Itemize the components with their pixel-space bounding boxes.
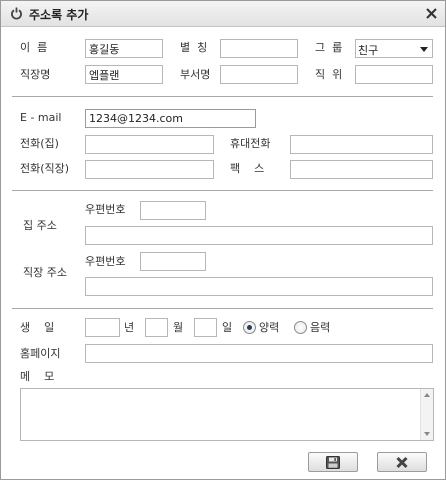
work-phone-input[interactable] <box>85 160 214 179</box>
home-zip-input[interactable] <box>140 201 206 220</box>
email-label: E - mail <box>20 111 62 124</box>
group-label: 그 룹 <box>315 41 343 54</box>
mobile-input[interactable] <box>290 135 433 154</box>
home-phone-label: 전화(집) <box>20 137 59 150</box>
chevron-down-icon <box>420 47 428 52</box>
birth-year-input[interactable] <box>85 318 120 337</box>
work-zip-label: 우편번호 <box>85 255 126 268</box>
department-input[interactable] <box>220 65 298 84</box>
lunar-radio[interactable] <box>294 321 307 334</box>
work-address-label: 직장 주소 <box>23 266 67 279</box>
home-phone-input[interactable] <box>85 135 214 154</box>
memo-textarea[interactable] <box>20 388 434 441</box>
work-zip-input[interactable] <box>140 252 206 271</box>
home-address-input[interactable] <box>85 226 433 245</box>
name-label: 이 름 <box>20 41 48 54</box>
home-zip-label: 우편번호 <box>85 203 126 216</box>
group-selected-value: 친구 <box>358 44 379 57</box>
dialog-title: 주소록 추가 <box>29 8 89 22</box>
x-icon <box>396 456 408 469</box>
solar-label: 양력 <box>259 321 280 334</box>
scroll-up-icon[interactable] <box>424 393 430 397</box>
homepage-label: 홈페이지 <box>20 347 61 360</box>
fax-input[interactable] <box>290 160 433 179</box>
floppy-disk-icon <box>326 456 340 469</box>
nickname-input[interactable] <box>220 39 298 58</box>
birth-month-input[interactable] <box>145 318 168 337</box>
month-label: 월 <box>173 321 184 334</box>
power-icon <box>11 7 22 20</box>
address-book-dialog: 주소록 추가 이 름 별 칭 그 룹 친구 직장명 부서명 직 위 E - ma… <box>0 0 446 480</box>
position-label: 직 위 <box>315 68 343 81</box>
name-input[interactable] <box>85 39 163 58</box>
year-label: 년 <box>124 321 135 334</box>
position-input[interactable] <box>355 65 433 84</box>
home-address-label: 집 주소 <box>23 219 57 232</box>
section-divider <box>12 96 433 97</box>
section-divider <box>12 190 433 191</box>
section-divider <box>12 308 433 309</box>
company-input[interactable] <box>85 65 163 84</box>
birth-day-input[interactable] <box>194 318 217 337</box>
lunar-label: 음력 <box>310 321 331 334</box>
close-icon[interactable] <box>425 7 438 20</box>
memo-label: 메 모 <box>20 370 55 383</box>
group-select[interactable]: 친구 <box>355 39 433 58</box>
mobile-label: 휴대전화 <box>230 137 271 150</box>
company-label: 직장명 <box>20 68 51 81</box>
work-phone-label: 전화(직장) <box>20 162 70 175</box>
homepage-input[interactable] <box>85 344 433 363</box>
save-button[interactable] <box>308 452 358 472</box>
solar-radio[interactable] <box>243 321 256 334</box>
fax-label: 팩 스 <box>230 162 265 175</box>
email-input[interactable] <box>85 109 256 128</box>
birthday-label: 생 일 <box>20 321 55 334</box>
day-label: 일 <box>222 321 233 334</box>
cancel-button[interactable] <box>377 452 427 472</box>
title-bar[interactable]: 주소록 추가 <box>1 1 445 27</box>
department-label: 부서명 <box>180 68 211 81</box>
nickname-label: 별 칭 <box>180 41 208 54</box>
memo-scrollbar[interactable] <box>420 389 433 440</box>
work-address-input[interactable] <box>85 277 433 296</box>
scroll-down-icon[interactable] <box>424 432 430 436</box>
